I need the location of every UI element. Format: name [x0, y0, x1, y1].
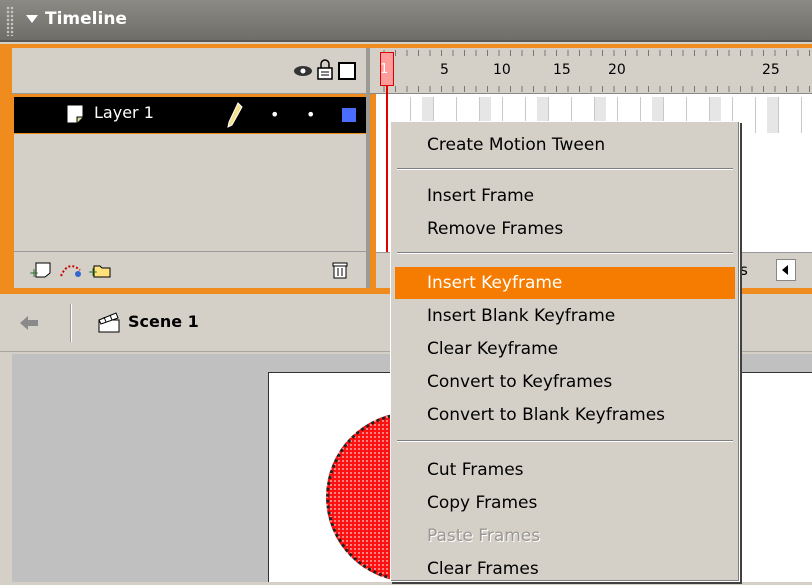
pencil-icon: [226, 101, 244, 129]
ruler-ticks: [370, 48, 812, 94]
ruler-label-1: 1: [380, 62, 388, 77]
frame-cell[interactable]: [790, 97, 802, 133]
insert-folder-icon[interactable]: +: [88, 260, 114, 280]
timeline-title-bar[interactable]: Timeline: [0, 0, 812, 42]
layer-name[interactable]: Layer 1: [94, 103, 154, 122]
menu-item-insert-frame[interactable]: Insert Frame: [395, 180, 735, 212]
svg-text:+: +: [88, 265, 98, 279]
scroll-left-button[interactable]: [776, 259, 796, 281]
frame-rate-label-fragment: s: [740, 261, 748, 279]
ruler-label-15: 15: [553, 62, 571, 78]
menu-separator: [397, 252, 733, 254]
frame-cell[interactable]: [744, 97, 756, 133]
ruler-label-20: 20: [608, 62, 626, 78]
layer-icon: [64, 103, 88, 125]
menu-item-copy-frames[interactable]: Copy Frames: [395, 487, 735, 519]
menu-item-paste-frames: Paste Frames: [395, 520, 735, 552]
frame-cell[interactable]: [756, 97, 768, 133]
frame-cell[interactable]: [802, 97, 812, 133]
playhead-line: [386, 86, 388, 256]
svg-text:+: +: [29, 266, 39, 280]
eye-icon[interactable]: [292, 58, 314, 82]
insert-layer-icon[interactable]: +: [28, 260, 54, 280]
scene-label[interactable]: Scene 1: [128, 312, 199, 331]
outline-color-swatch[interactable]: [342, 108, 356, 122]
add-motion-guide-icon[interactable]: [58, 260, 84, 280]
frame-cell[interactable]: [767, 97, 779, 133]
visibility-dot[interactable]: •: [270, 105, 279, 124]
menu-item-clear-frames[interactable]: Clear Frames: [395, 553, 735, 585]
menu-item-insert-keyframe[interactable]: Insert Keyframe: [395, 267, 735, 299]
layers-footer: + +: [14, 252, 366, 288]
panel-grip-handle[interactable]: [6, 6, 14, 36]
back-arrow-icon[interactable]: [18, 312, 42, 334]
menu-separator: [397, 440, 733, 442]
scene-clapper-icon: [96, 310, 122, 334]
lock-icon[interactable]: [314, 58, 336, 82]
ruler-label-5: 5: [440, 62, 449, 78]
menu-item-convert-to-blank-keyframes[interactable]: Convert to Blank Keyframes: [395, 399, 735, 431]
menu-item-create-motion-tween[interactable]: Create Motion Tween: [395, 129, 735, 161]
menu-item-convert-to-keyframes[interactable]: Convert to Keyframes: [395, 366, 735, 398]
menu-item-cut-frames[interactable]: Cut Frames: [395, 454, 735, 486]
layer-row[interactable]: Layer 1 • •: [14, 97, 366, 133]
arrow-left-icon: [777, 260, 795, 280]
outline-toggle-icon[interactable]: [336, 58, 358, 82]
menu-item-clear-keyframe[interactable]: Clear Keyframe: [395, 333, 735, 365]
menu-separator: [397, 168, 733, 170]
frame-cell[interactable]: [779, 97, 791, 133]
frame-ruler[interactable]: 1 5 10 15 20 25: [370, 48, 812, 94]
layers-empty-area: [14, 134, 366, 252]
panel-title: Timeline: [45, 9, 127, 29]
ruler-label-10: 10: [493, 62, 511, 78]
menu-item-insert-blank-keyframe[interactable]: Insert Blank Keyframe: [395, 300, 735, 332]
ruler-label-25: 25: [762, 62, 780, 78]
collapse-arrow-icon[interactable]: [26, 15, 38, 23]
edit-bar-separator: [70, 304, 72, 342]
frame-context-menu: Create Motion Tween Insert Frame Remove …: [390, 121, 740, 582]
lock-dot[interactable]: •: [306, 105, 315, 124]
trash-icon[interactable]: [330, 260, 350, 280]
menu-item-remove-frames[interactable]: Remove Frames: [395, 213, 735, 245]
